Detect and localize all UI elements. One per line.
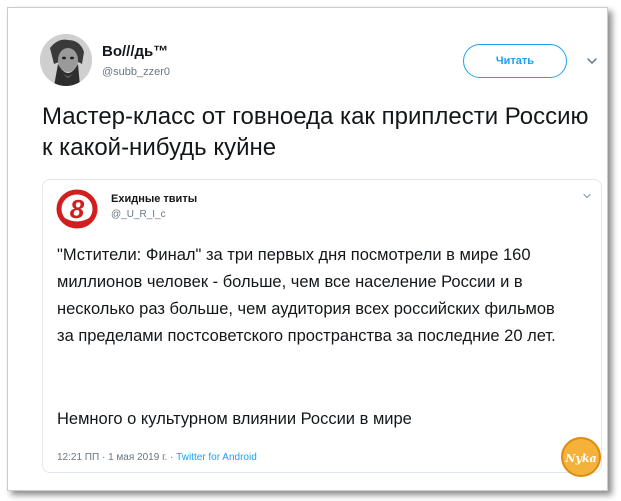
follow-button[interactable]: Читать bbox=[463, 44, 567, 78]
tweet-text: Мастер-класс от говноеда как приплести Р… bbox=[42, 103, 589, 161]
tweet-card: Во///дь™ @subb_zzer0 Читать Мастер-класс… bbox=[7, 7, 608, 491]
quoted-author-handle[interactable]: @_U_R_I_c bbox=[111, 208, 197, 222]
quoted-tweet[interactable]: 8 Ехидные твиты @_U_R_I_c "Мстители: Фин… bbox=[42, 179, 602, 473]
chevron-down-icon[interactable] bbox=[582, 191, 592, 201]
quoted-tweet-body: "Мстители: Финал" за три первых дня посм… bbox=[57, 246, 556, 345]
author-display-name[interactable]: Во///дь™ bbox=[102, 43, 170, 61]
site-watermark-logo: Nyka bbox=[561, 437, 601, 477]
svg-text:8: 8 bbox=[70, 194, 85, 224]
meta-separator: · bbox=[167, 452, 177, 463]
tweet-date[interactable]: 1 мая 2019 г. bbox=[108, 452, 167, 463]
avatar[interactable] bbox=[40, 34, 92, 86]
quoted-tweet-footer: Немного о культурном влиянии России в ми… bbox=[57, 410, 412, 428]
tweet-time[interactable]: 12:21 ПП bbox=[57, 452, 99, 463]
author-block: Во///дь™ @subb_zzer0 bbox=[102, 43, 170, 80]
tweet-source-link[interactable]: Twitter for Android bbox=[176, 452, 257, 463]
portrait-avatar-icon bbox=[40, 34, 92, 86]
quoted-tweet-meta: 12:21 ПП · 1 мая 2019 г. · Twitter for A… bbox=[57, 452, 257, 463]
chevron-down-icon[interactable] bbox=[585, 54, 599, 68]
author-handle[interactable]: @subb_zzer0 bbox=[102, 64, 170, 80]
quoted-author-block: Ехидные твиты @_U_R_I_c bbox=[111, 192, 197, 222]
channel-8-logo-icon[interactable]: 8 bbox=[56, 188, 98, 230]
meta-separator: · bbox=[99, 452, 109, 463]
quoted-author-name[interactable]: Ехидные твиты bbox=[111, 192, 197, 206]
tweet-header: Во///дь™ @subb_zzer0 Читать bbox=[32, 34, 602, 90]
svg-text:Nyka: Nyka bbox=[564, 452, 596, 465]
